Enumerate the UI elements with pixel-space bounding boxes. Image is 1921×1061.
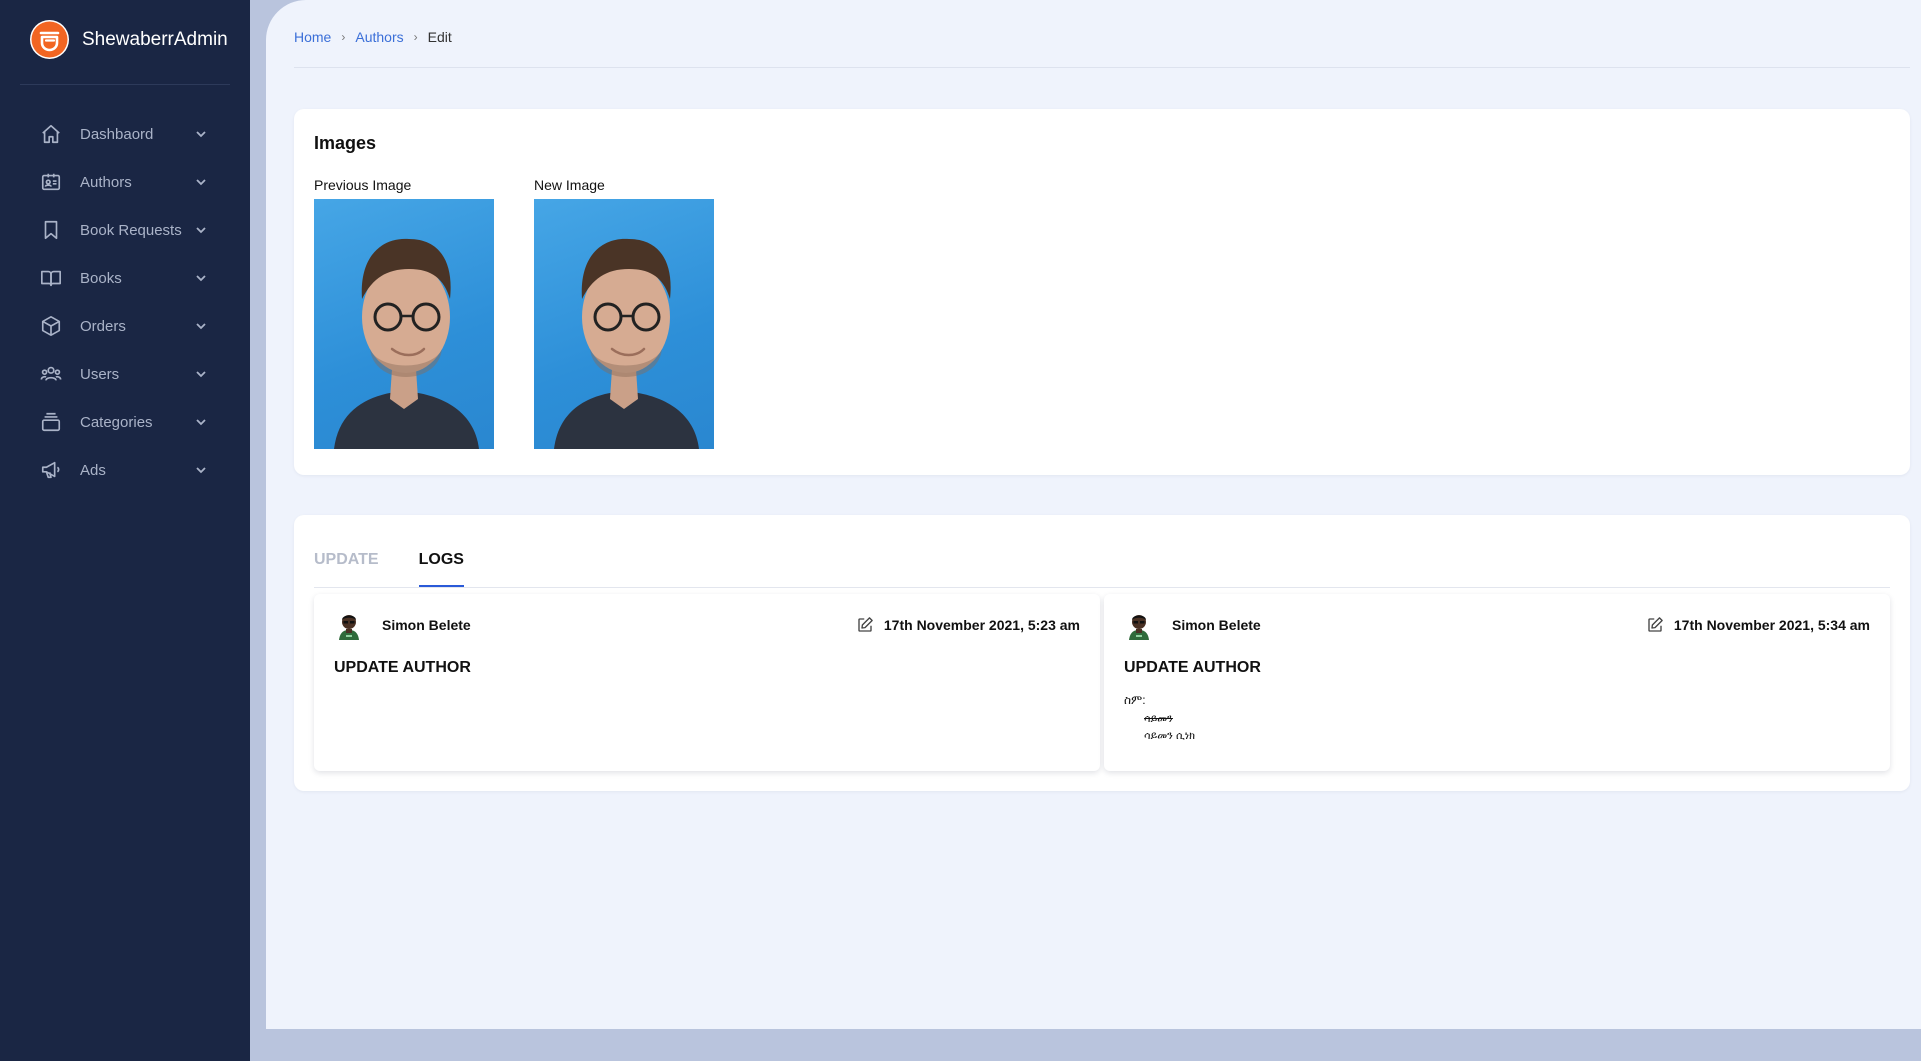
archive-icon [40, 411, 62, 433]
new-image-block: New Image [534, 177, 714, 449]
home-icon [40, 123, 62, 145]
new-author-photo [534, 199, 714, 449]
chevron-down-icon [194, 271, 208, 285]
chevron-down-icon [194, 319, 208, 333]
chevron-down-icon [194, 463, 208, 477]
log-entry: Simon Belete 17th November 2021, 5:23 am… [314, 594, 1100, 771]
previous-author-photo [314, 199, 494, 449]
brand-name: ShewaberrAdmin [82, 28, 228, 50]
id-card-icon [40, 171, 62, 193]
previous-image-block: Previous Image [314, 177, 494, 449]
images-title: Images [314, 133, 377, 153]
sidebar-nav: Dashbaord Authors Book Requests Books Or… [0, 110, 250, 494]
breadcrumb-home-link[interactable]: Home [294, 29, 331, 45]
box-icon [40, 315, 62, 337]
open-book-icon [40, 267, 62, 289]
breadcrumb: Home › Authors › Edit [294, 29, 452, 45]
chevron-right-icon: › [413, 30, 418, 44]
brand-logo-icon [30, 20, 69, 59]
chevron-down-icon [194, 223, 208, 237]
edit-icon [1646, 616, 1664, 634]
chevron-down-icon [194, 367, 208, 381]
users-icon [40, 363, 62, 385]
sidebar-item-label: Ads [80, 461, 106, 479]
tabs-divider [314, 587, 1890, 588]
log-header: Simon Belete 17th November 2021, 5:23 am [334, 610, 1080, 640]
tab-bar: UPDATE LOGS [314, 551, 504, 588]
log-field-name: ስም: [1124, 693, 1146, 707]
tab-logs[interactable]: LOGS [418, 551, 464, 588]
sidebar: ShewaberrAdmin Dashbaord Authors Book Re… [0, 0, 250, 1061]
chevron-down-icon [194, 127, 208, 141]
log-new-value: ሳይመን ሲነክ [1144, 730, 1196, 742]
sidebar-item-orders[interactable]: Orders [0, 302, 250, 350]
chevron-down-icon [194, 175, 208, 189]
log-user-name: Simon Belete [1172, 617, 1261, 633]
sidebar-item-label: Categories [80, 413, 153, 431]
sidebar-item-label: Dashbaord [80, 125, 154, 143]
log-action: UPDATE AUTHOR [334, 659, 471, 676]
log-timestamp: 17th November 2021, 5:23 am [883, 617, 1080, 633]
logs-card: UPDATE LOGS Simon Belete 17th November 2… [294, 515, 1910, 791]
chevron-right-icon: › [341, 30, 346, 44]
images-card: Images Previous Image New Image [294, 109, 1910, 475]
log-entry: Simon Belete 17th November 2021, 5:34 am… [1104, 594, 1890, 771]
breadcrumb-current: Edit [427, 29, 452, 45]
sidebar-item-label: Authors [80, 173, 132, 191]
brand[interactable]: ShewaberrAdmin [30, 20, 228, 59]
previous-image-label: Previous Image [314, 177, 412, 193]
sidebar-item-label: Book Requests [80, 221, 182, 239]
avatar [334, 610, 364, 640]
avatar [1124, 610, 1154, 640]
tab-update[interactable]: UPDATE [314, 551, 379, 588]
edit-icon [856, 616, 874, 634]
log-old-value: ሳይመን [1144, 713, 1173, 725]
sidebar-item-dashboard[interactable]: Dashbaord [0, 110, 250, 158]
log-user-name: Simon Belete [382, 617, 471, 633]
bookmark-icon [40, 219, 62, 241]
sidebar-item-label: Users [80, 365, 120, 383]
chevron-down-icon [194, 415, 208, 429]
sidebar-item-authors[interactable]: Authors [0, 158, 250, 206]
main-content: Home › Authors › Edit Images Previous Im… [266, 0, 1921, 1029]
breadcrumb-authors-link[interactable]: Authors [355, 29, 403, 45]
log-timestamp: 17th November 2021, 5:34 am [1673, 617, 1870, 633]
log-header: Simon Belete 17th November 2021, 5:34 am [1124, 610, 1870, 640]
sidebar-item-book-requests[interactable]: Book Requests [0, 206, 250, 254]
sidebar-item-label: Orders [80, 317, 126, 335]
log-action: UPDATE AUTHOR [1124, 659, 1261, 676]
sidebar-item-users[interactable]: Users [0, 350, 250, 398]
new-image-label: New Image [534, 177, 605, 193]
sidebar-item-categories[interactable]: Categories [0, 398, 250, 446]
sidebar-item-label: Books [80, 269, 122, 287]
sidebar-item-books[interactable]: Books [0, 254, 250, 302]
log-changes: ስም: ሳይመን ሳይመን ሲነክ [1124, 693, 1195, 743]
megaphone-icon [40, 459, 62, 481]
header-divider [294, 67, 1910, 68]
brand-divider [20, 84, 230, 85]
sidebar-item-ads[interactable]: Ads [0, 446, 250, 494]
